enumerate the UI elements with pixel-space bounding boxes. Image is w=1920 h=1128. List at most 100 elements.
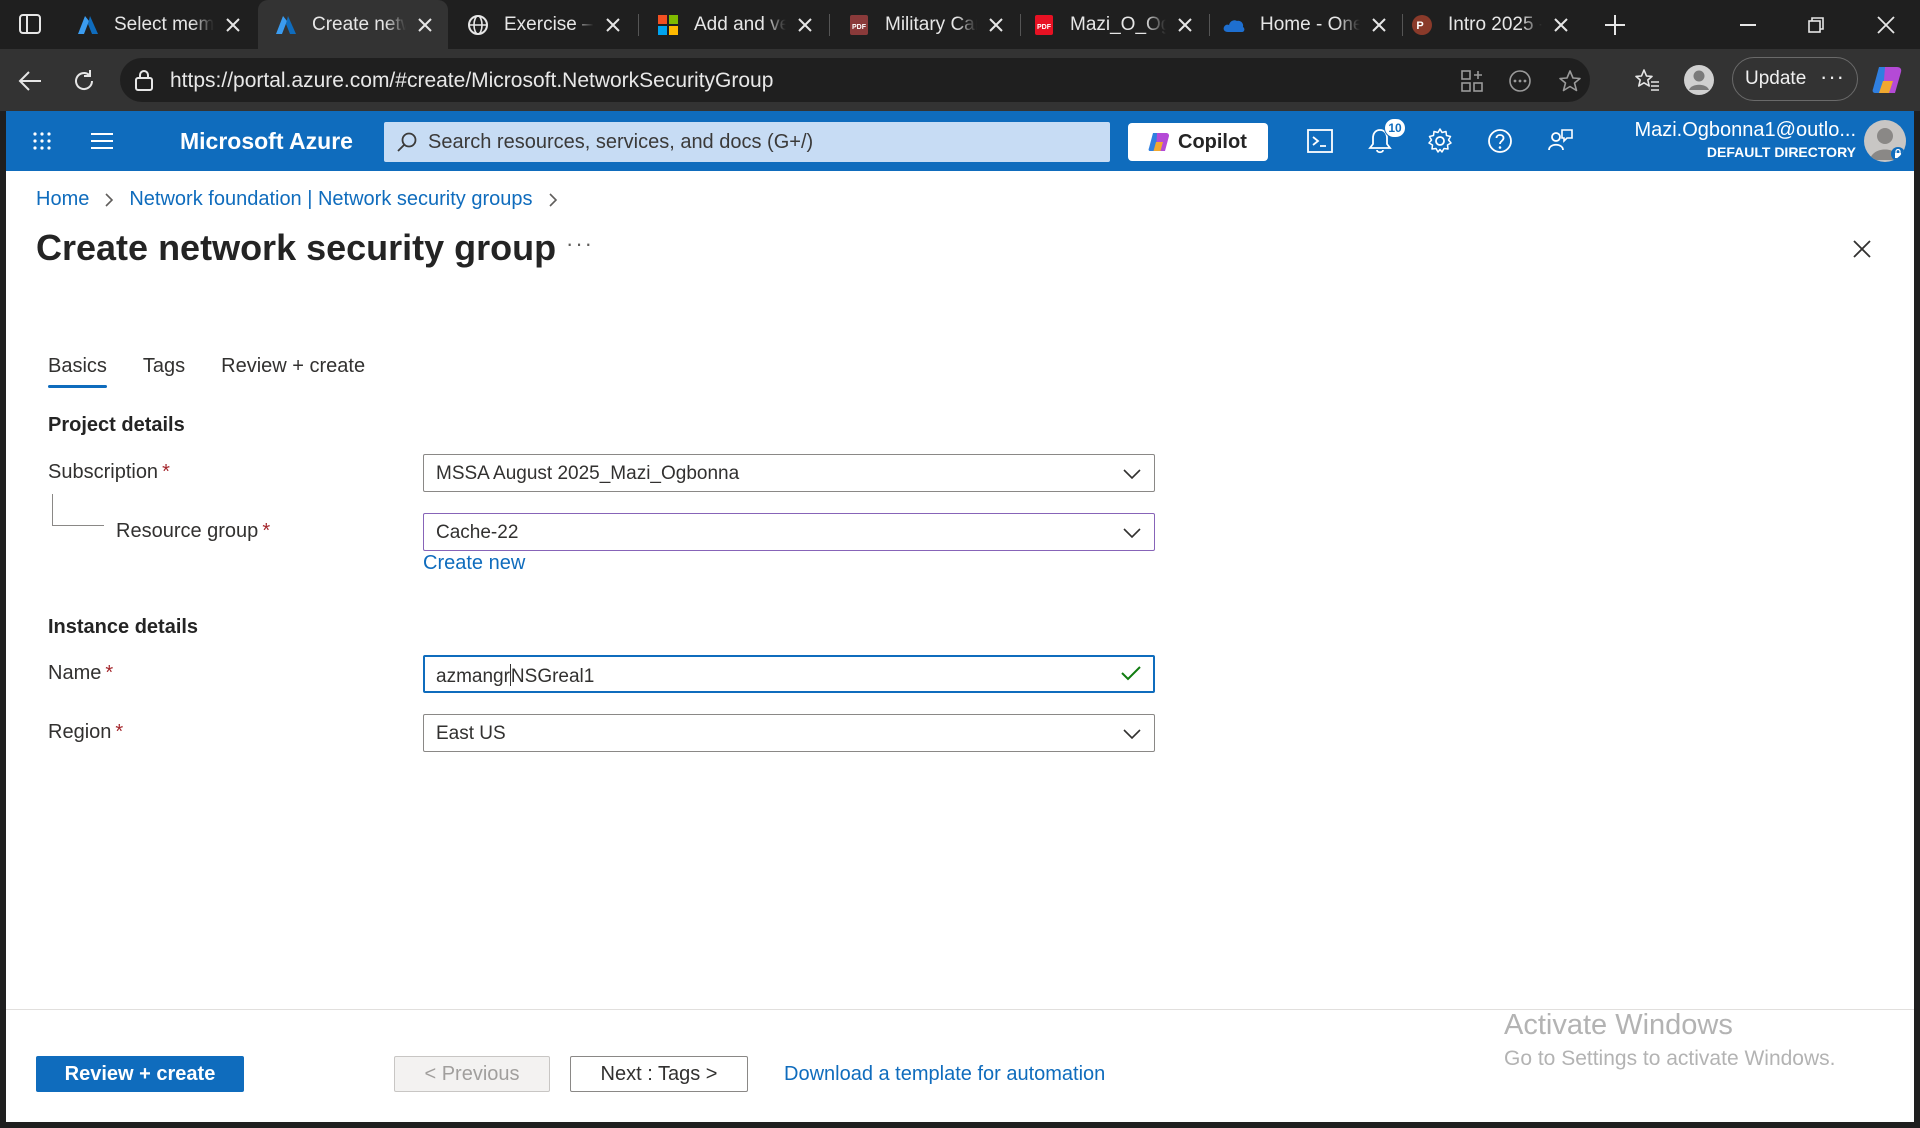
notifications-bell-icon[interactable]: 10 [1364, 118, 1406, 157]
more-actions-icon[interactable]: ··· [566, 231, 594, 257]
next-tags-button[interactable]: Next : Tags > [570, 1056, 748, 1092]
close-tab-icon[interactable] [1172, 12, 1198, 38]
address-bar[interactable]: https://portal.azure.com/#create/Microso… [120, 58, 1590, 102]
close-tab-icon[interactable] [983, 12, 1009, 38]
powerpoint-icon: P [1410, 13, 1434, 37]
breadcrumb-home-link[interactable]: Home [36, 188, 89, 211]
close-tab-icon[interactable] [1548, 12, 1574, 38]
back-arrow-icon[interactable] [14, 65, 46, 97]
azure-brand[interactable]: Microsoft Azure [180, 128, 353, 155]
settings-gear-icon[interactable] [1424, 125, 1456, 157]
subscription-value: MSSA August 2025_Mazi_Ogbonna [436, 463, 740, 484]
close-tab-icon[interactable] [792, 12, 818, 38]
svg-text:P: P [1416, 20, 1423, 32]
refresh-icon[interactable] [68, 65, 100, 97]
close-window-icon[interactable] [1871, 10, 1901, 40]
url-text[interactable]: https://portal.azure.com/#create/Microso… [170, 69, 773, 93]
restore-icon[interactable] [1801, 10, 1831, 40]
update-label: Update [1745, 68, 1807, 89]
name-value: azmangrNSGreal1 [436, 664, 594, 688]
region-label-text: Region [48, 721, 112, 743]
previous-button[interactable]: < Previous [394, 1056, 550, 1092]
notification-count-badge: 10 [1384, 118, 1406, 138]
resource-group-select[interactable]: Cache-22 [423, 513, 1155, 551]
browser-tab-mazi-pdf[interactable]: PDF Mazi_O_Ogb [1016, 0, 1208, 49]
tree-connector [52, 494, 104, 526]
tab-tags[interactable]: Tags [143, 355, 185, 388]
copilot-browser-icon[interactable] [1870, 63, 1904, 97]
app-available-icon[interactable] [1458, 67, 1486, 95]
review-create-button[interactable]: Review + create [36, 1056, 244, 1092]
browser-tab-military-campaign[interactable]: PDF Military Cam [831, 0, 1019, 49]
required-asterisk: * [115, 721, 124, 743]
region-select[interactable]: East US [423, 714, 1155, 752]
subscription-label-text: Subscription [48, 461, 159, 483]
account-email: Mazi.Ogbonna1@outlo... [1634, 119, 1856, 141]
copilot-button[interactable]: Copilot [1128, 123, 1268, 161]
update-button[interactable]: Update ··· [1732, 57, 1858, 101]
region-label: Region * [48, 721, 123, 744]
more-options-icon[interactable]: ··· [1820, 64, 1845, 90]
page-title: Create network security group [36, 227, 557, 268]
read-aloud-icon[interactable] [1506, 67, 1534, 95]
download-template-link[interactable]: Download a template for automation [784, 1063, 1105, 1086]
portal-menu-icon[interactable] [86, 125, 118, 157]
breadcrumb: Home Network foundation | Network securi… [36, 188, 573, 211]
activate-windows-watermark-subtitle: Go to Settings to activate Windows. [1504, 1047, 1836, 1070]
tab-title: Add and ver [694, 13, 786, 35]
tab-separator [638, 14, 639, 36]
pdf-icon: PDF [1032, 13, 1056, 37]
create-nsg-blade: Home Network foundation | Network securi… [6, 171, 1914, 1122]
activate-windows-watermark-title: Activate Windows [1504, 1009, 1733, 1041]
close-tab-icon[interactable] [1366, 12, 1392, 38]
region-value: East US [436, 723, 506, 744]
instance-details-heading: Instance details [48, 616, 199, 638]
tab-basics[interactable]: Basics [48, 355, 107, 388]
global-search-input[interactable]: Search resources, services, and docs (G+… [384, 122, 1110, 162]
avatar[interactable] [1864, 120, 1906, 162]
browser-tab-onedrive-home[interactable]: Home - One [1206, 0, 1402, 49]
app-launcher-icon[interactable] [26, 125, 58, 157]
browser-tab-strip: Select memb Create netwo Exercise – Up A… [0, 0, 1920, 49]
browser-tab-add-and-verify[interactable]: Add and ver [640, 0, 828, 49]
profile-avatar-icon[interactable] [1682, 63, 1716, 97]
feedback-icon[interactable] [1544, 125, 1576, 157]
account-menu[interactable]: Mazi.Ogbonna1@outlo... DEFAULT DIRECTORY [1616, 119, 1856, 160]
favorite-star-icon[interactable] [1556, 67, 1584, 95]
close-tab-icon[interactable] [412, 12, 438, 38]
tab-actions-icon[interactable] [14, 10, 46, 38]
new-tab-icon[interactable] [1600, 10, 1630, 40]
subscription-select[interactable]: MSSA August 2025_Mazi_Ogbonna [423, 454, 1155, 492]
chevron-down-icon [1122, 724, 1142, 744]
name-input[interactable]: azmangrNSGreal1 [423, 655, 1155, 693]
name-value-after-cursor: NSGreal1 [510, 666, 595, 687]
name-label-text: Name [48, 662, 102, 684]
breadcrumb-nsg-link[interactable]: Network foundation | Network security gr… [129, 188, 532, 211]
tab-title: Select memb [114, 13, 214, 35]
browser-tab-exercise[interactable]: Exercise – Up [450, 0, 636, 49]
chevron-down-icon [1122, 464, 1142, 484]
chevron-down-icon [1122, 523, 1142, 543]
azure-icon [274, 13, 298, 37]
subscription-label: Subscription * [48, 461, 170, 484]
tab-title: Intro 2025 - [1448, 13, 1542, 35]
microsoft-icon [656, 13, 680, 37]
create-new-resource-group-link[interactable]: Create new [423, 552, 525, 575]
copilot-icon [1148, 133, 1169, 151]
lock-icon[interactable] [134, 69, 156, 91]
browser-tab-create-nsg[interactable]: Create netwo [258, 0, 448, 49]
help-icon[interactable] [1484, 125, 1516, 157]
minimize-icon[interactable] [1733, 10, 1763, 40]
cloud-shell-icon[interactable] [1304, 125, 1336, 157]
favorites-icon[interactable] [1630, 63, 1664, 97]
onedrive-icon [1222, 13, 1246, 37]
tab-title: Mazi_O_Ogb [1070, 13, 1166, 35]
close-blade-icon[interactable] [1848, 235, 1876, 263]
close-tab-icon[interactable] [600, 12, 626, 38]
tab-title: Create netwo [312, 13, 406, 35]
browser-tab-intro-2025[interactable]: P Intro 2025 - [1394, 0, 1584, 49]
browser-tab-select-members[interactable]: Select memb [60, 0, 256, 49]
tab-review-create[interactable]: Review + create [221, 355, 365, 388]
close-tab-icon[interactable] [220, 12, 246, 38]
name-value-before-cursor: azmangr [436, 666, 510, 687]
